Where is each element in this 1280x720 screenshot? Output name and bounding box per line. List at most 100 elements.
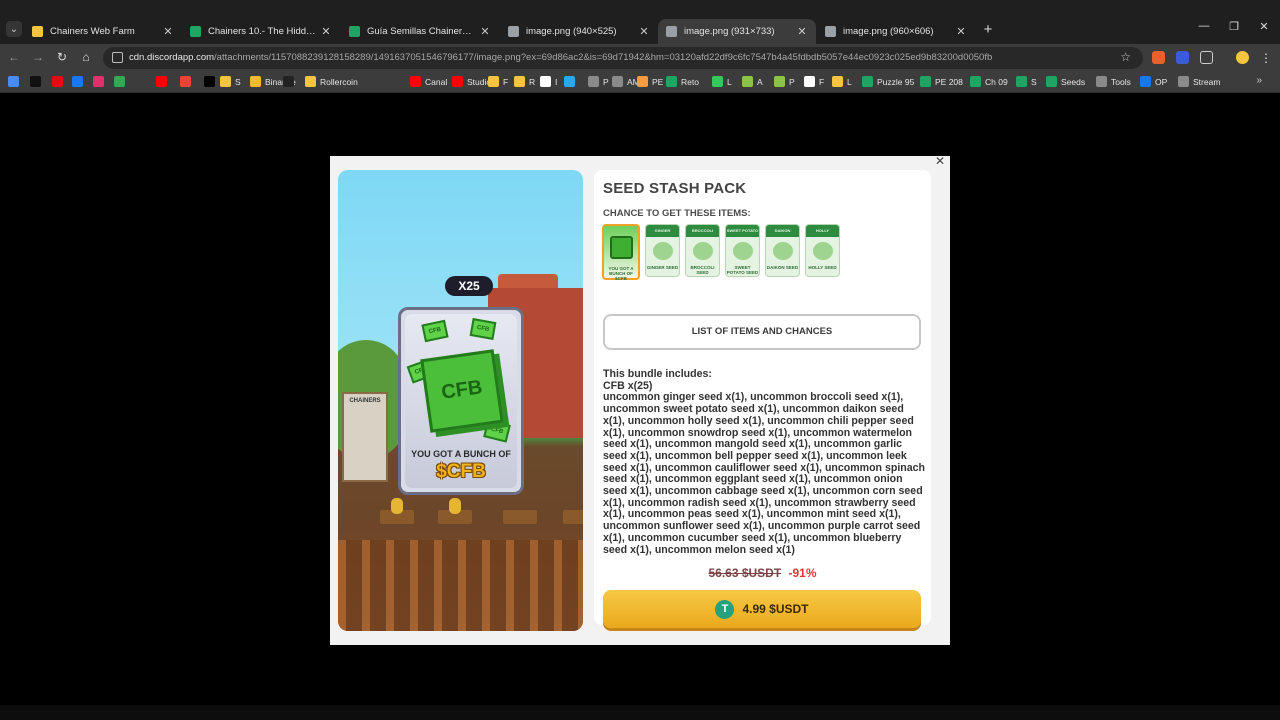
bookmark-item[interactable] xyxy=(564,76,579,87)
bookmark-item[interactable]: PE xyxy=(637,76,663,87)
minimize-icon[interactable]: — xyxy=(1196,20,1212,32)
bookmark-item[interactable] xyxy=(156,76,171,87)
extension-icon[interactable] xyxy=(1176,51,1189,64)
bookmark-item[interactable]: Stream xyxy=(1178,76,1220,87)
bookmark-label: OP xyxy=(1155,76,1168,87)
bookmark-favicon-icon xyxy=(540,76,551,87)
browser-toolbar: ← → ↻ ⌂ cdn.discordapp.com/attachments/1… xyxy=(0,44,1280,72)
metamask-extension-icon[interactable] xyxy=(1152,51,1165,64)
address-bar[interactable]: cdn.discordapp.com/attachments/115708823… xyxy=(103,47,1143,69)
bookmark-item[interactable]: Studio xyxy=(452,76,491,87)
bookmark-item[interactable] xyxy=(283,76,298,87)
bookmark-item[interactable]: AM xyxy=(612,76,640,87)
bookmark-item[interactable]: F xyxy=(488,76,508,87)
forward-icon[interactable]: → xyxy=(30,49,46,65)
item-card-header: BROCCOLI xyxy=(691,228,714,233)
bookmark-item[interactable]: Puzzle 95 xyxy=(862,76,914,87)
item-card-header: SWEET POTATO xyxy=(726,228,759,233)
bookmark-favicon-icon xyxy=(220,76,231,87)
browser-tab[interactable]: image.png (960×606) ✕ xyxy=(817,19,975,44)
item-card[interactable]: YOU GOT A BUNCH OF $CFB xyxy=(602,224,640,281)
bookmark-item[interactable]: Rollercoin xyxy=(305,76,358,87)
bookmark-item[interactable]: PE 208 xyxy=(920,76,963,87)
tab-title: image.png (960×606) xyxy=(843,26,934,37)
item-card-header: GINGER xyxy=(654,228,671,233)
restore-icon[interactable]: ❐ xyxy=(1226,20,1242,33)
item-card[interactable]: HOLLY HOLLY SEED xyxy=(805,224,840,277)
bookmark-item[interactable]: P xyxy=(588,76,609,87)
bookmark-label: R xyxy=(529,76,536,87)
bookmark-item[interactable]: L xyxy=(832,76,852,87)
bookmark-label: S xyxy=(1031,76,1037,87)
bookmark-item[interactable] xyxy=(30,76,45,87)
tab-close-icon[interactable]: ✕ xyxy=(796,25,808,38)
item-card[interactable]: SWEET POTATO SWEET POTATO SEED xyxy=(725,224,760,277)
menu-icon[interactable]: ⋮ xyxy=(1258,50,1274,66)
bookmark-favicon-icon xyxy=(488,76,499,87)
bookmark-item[interactable]: OP xyxy=(1140,76,1167,87)
list-items-chances-button[interactable]: LIST OF ITEMS AND CHANCES xyxy=(603,314,921,350)
bookmark-item[interactable] xyxy=(180,76,195,87)
tab-close-icon[interactable]: ✕ xyxy=(320,25,332,38)
bookmark-item[interactable]: R xyxy=(514,76,535,87)
seed-icon xyxy=(773,242,793,260)
pack-title: SEED STASH PACK xyxy=(603,180,747,197)
bookmark-item[interactable]: I xyxy=(540,76,557,87)
tab-close-icon[interactable]: ✕ xyxy=(162,25,174,38)
item-card[interactable]: BROCCOLI BROCCOLI SEED xyxy=(685,224,720,277)
tether-icon: T xyxy=(715,599,735,619)
bookmark-favicon-icon xyxy=(832,76,843,87)
bookmark-item[interactable]: A xyxy=(742,76,763,87)
bookmark-item[interactable]: Ch 09 xyxy=(970,76,1008,87)
bookmark-item[interactable]: F xyxy=(804,76,824,87)
item-card[interactable]: GINGER GINGER SEED xyxy=(645,224,680,277)
browser-tab[interactable]: Chainers 10.- The Hidden Glade ✕ xyxy=(182,19,340,44)
bookmark-label: F xyxy=(503,76,509,87)
close-icon[interactable]: ✕ xyxy=(933,154,947,168)
site-info-icon[interactable] xyxy=(112,52,123,63)
bookmark-item[interactable]: Tools xyxy=(1096,76,1131,87)
browser-tab[interactable]: Chainers Web Farm ✕ xyxy=(24,19,182,44)
bookmark-item[interactable]: Canal xyxy=(410,76,447,87)
bookmarks-overflow-icon[interactable]: » xyxy=(1256,75,1262,86)
bookmark-item[interactable]: P xyxy=(774,76,795,87)
new-tab-button[interactable]: + xyxy=(981,21,995,38)
tab-favicon-icon xyxy=(349,26,360,37)
bookmark-favicon-icon xyxy=(564,76,575,87)
bookmark-favicon-icon xyxy=(52,76,63,87)
bookmark-favicon-icon xyxy=(250,76,261,87)
extensions-puzzle-icon[interactable] xyxy=(1200,51,1213,64)
tab-close-icon[interactable]: ✕ xyxy=(955,25,967,38)
reload-icon[interactable]: ↻ xyxy=(54,49,70,65)
bookmark-item[interactable] xyxy=(93,76,108,87)
profile-avatar[interactable] xyxy=(1236,51,1249,64)
bookmark-item[interactable]: S xyxy=(1016,76,1037,87)
bookmark-item[interactable] xyxy=(72,76,87,87)
bookmark-item[interactable] xyxy=(204,76,219,87)
bookmark-label: L xyxy=(847,76,852,87)
home-icon[interactable]: ⌂ xyxy=(78,49,94,65)
bookmark-item[interactable] xyxy=(8,76,23,87)
bottom-bar xyxy=(0,705,1280,720)
tab-close-icon[interactable]: ✕ xyxy=(638,25,650,38)
bookmark-label: PE 208 xyxy=(935,76,963,87)
cfb-token-icon: CFB xyxy=(469,318,497,340)
buy-button[interactable]: T 4.99 $USDT xyxy=(603,590,921,628)
tab-favicon-icon xyxy=(190,26,201,37)
bookmark-item[interactable]: S xyxy=(220,76,241,87)
bookmark-item[interactable]: L xyxy=(712,76,732,87)
bookmark-item[interactable]: Seeds xyxy=(1046,76,1085,87)
browser-tab[interactable]: image.png (940×525) ✕ xyxy=(500,19,658,44)
tab-close-icon[interactable]: ✕ xyxy=(479,25,491,38)
back-icon[interactable]: ← xyxy=(6,49,22,65)
bookmark-item[interactable] xyxy=(52,76,67,87)
browser-tab[interactable]: Guía Semillas Chainers by Piero ✕ xyxy=(341,19,499,44)
bookmark-item[interactable] xyxy=(114,76,129,87)
browser-tab[interactable]: image.png (931×733) ✕ xyxy=(658,19,816,44)
window-close-icon[interactable]: ✕ xyxy=(1256,20,1272,33)
bookmark-item[interactable]: Reto xyxy=(666,76,699,87)
bookmark-star-icon[interactable]: ☆ xyxy=(1120,50,1131,64)
tab-search-button[interactable]: ⌄ xyxy=(6,21,22,37)
item-card[interactable]: DAIKON DAIKON SEED xyxy=(765,224,800,277)
bookmark-favicon-icon xyxy=(637,76,648,87)
